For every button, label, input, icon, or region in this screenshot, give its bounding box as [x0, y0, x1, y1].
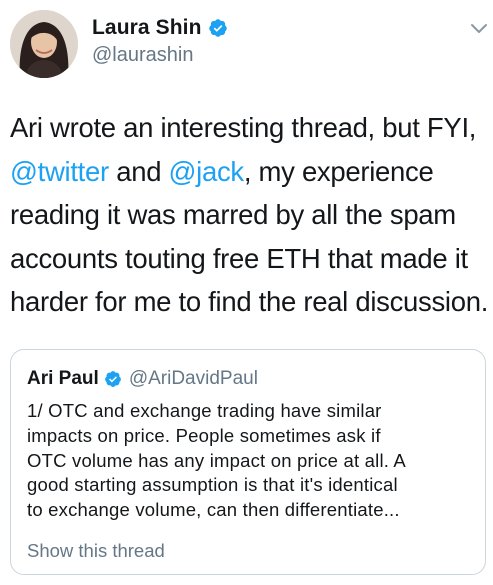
quoted-tweet-text: 1/ OTC and exchange trading have similar… — [27, 399, 477, 523]
tweet-text-fragment: , my experience — [243, 155, 434, 187]
quoted-text-line: OTC volume has any impact on price at al… — [27, 449, 406, 471]
show-thread-link[interactable]: Show this thread — [27, 540, 165, 562]
quoted-text-line: impacts on price. People sometimes ask i… — [27, 424, 381, 446]
tweet-text-line: Ari wrote an interesting thread, but FYI… — [10, 106, 488, 150]
quoted-text-line: to exchange volume, can then differentia… — [27, 499, 400, 521]
tweet-text-line: harder for me to find the real discussio… — [10, 280, 488, 324]
tweet-text-fragment: accounts touting free ETH that made it — [10, 242, 468, 274]
tweet-text-fragment: Ari wrote an interesting thread, but FYI… — [10, 112, 477, 143]
tweet-text-line: accounts touting free ETH that made it — [10, 237, 488, 281]
quoted-text-line: 1/ OTC and exchange trading have similar — [27, 400, 382, 421]
mention-link[interactable]: @twitter — [10, 156, 109, 187]
author-name-row[interactable]: Laura Shin — [92, 16, 228, 40]
quoted-tweet[interactable]: Ari Paul @AriDavidPaul 1/ OTC and exchan… — [10, 349, 486, 575]
quoted-tweet-header: Ari Paul @AriDavidPaul — [27, 368, 258, 390]
chevron-down-icon[interactable] — [470, 22, 488, 36]
quoted-author-name: Ari Paul — [27, 368, 99, 389]
tweet-text: Ari wrote an interesting thread, but FYI… — [10, 106, 488, 324]
author-handle[interactable]: @laurashin — [92, 44, 193, 67]
avatar[interactable] — [10, 10, 78, 78]
tweet-text-fragment: and — [108, 155, 169, 187]
tweet-text-line: reading it was marred by all the spam — [10, 193, 488, 237]
author-name[interactable]: Laura Shin — [92, 16, 202, 40]
tweet-text-fragment: harder for me to find the real discussio… — [10, 286, 489, 318]
tweet: Laura Shin @laurashin Ari wrote an inter… — [0, 0, 493, 585]
quoted-author-handle: @AriDavidPaul — [128, 368, 258, 389]
verified-badge-icon — [208, 18, 228, 38]
verified-badge-icon — [104, 370, 122, 388]
tweet-text-fragment: reading it was marred by all the spam — [10, 199, 456, 231]
avatar-image — [10, 10, 78, 78]
mention-link[interactable]: @jack — [169, 156, 245, 187]
quoted-text-line: good starting assumption is that it's id… — [27, 474, 398, 496]
tweet-text-line: @twitter and @jack, my experience — [10, 150, 488, 194]
